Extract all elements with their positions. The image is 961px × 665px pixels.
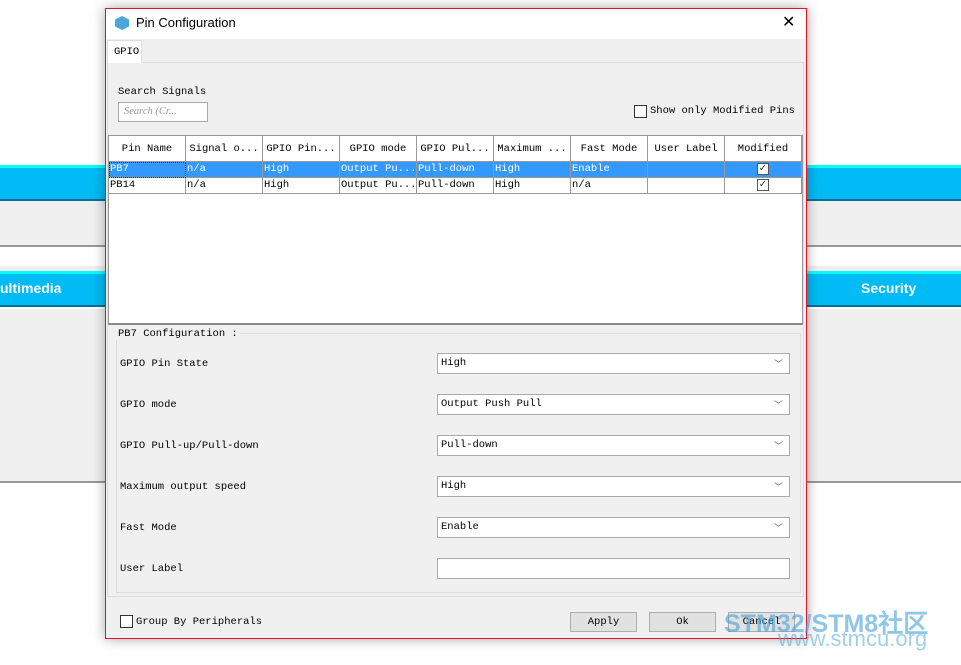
column-header[interactable]: Maximum ...: [494, 136, 571, 162]
field-label: GPIO mode: [120, 399, 177, 411]
app-icon: [115, 16, 129, 30]
cell: ✓: [725, 178, 802, 194]
cell: High: [494, 162, 571, 178]
chevron-down-icon: ﹀: [773, 524, 783, 534]
cell: n/a: [186, 162, 263, 178]
fast-mode-select[interactable]: Enable ﹀: [437, 517, 790, 538]
cell: High: [263, 162, 340, 178]
field-label: GPIO Pin State: [120, 358, 209, 370]
max-speed-select[interactable]: High ﹀: [437, 476, 790, 497]
column-header[interactable]: GPIO Pin...: [263, 136, 340, 162]
security-category[interactable]: Security: [861, 280, 916, 296]
apply-button[interactable]: Apply: [570, 612, 637, 632]
watermark-url: www.stmcu.org: [778, 626, 928, 651]
column-header[interactable]: ^ Pin Name: [109, 136, 186, 162]
column-header[interactable]: Fast Mode: [571, 136, 648, 162]
column-header[interactable]: GPIO Pul...: [417, 136, 494, 162]
cell: Pull-down: [417, 178, 494, 194]
multimedia-category[interactable]: ultimedia: [0, 280, 61, 296]
cell: PB14: [109, 178, 186, 194]
cell: High: [263, 178, 340, 194]
table-row[interactable]: PB14 n/a High Output Pu... Pull-down Hig…: [109, 178, 802, 194]
field-label: User Label: [120, 563, 184, 575]
cell: n/a: [571, 178, 648, 194]
field-label: Fast Mode: [120, 522, 177, 534]
cell: [648, 162, 725, 178]
cell: Enable: [571, 162, 648, 178]
cell: Output Pu...: [340, 162, 417, 178]
cell: Pull-down: [417, 162, 494, 178]
field-label: GPIO Pull-up/Pull-down: [120, 440, 259, 452]
sort-ascending-icon: ^: [142, 136, 150, 142]
cell: n/a: [186, 178, 263, 194]
column-header[interactable]: Signal o...: [186, 136, 263, 162]
field-label: Maximum output speed: [120, 481, 247, 493]
gpio-mode-select[interactable]: Output Push Pull ﹀: [437, 394, 790, 415]
show-modified-checkbox[interactable]: [634, 105, 647, 118]
cell: High: [494, 178, 571, 194]
search-label: Search Signals: [118, 86, 207, 98]
tab-gpio[interactable]: GPIO: [107, 40, 142, 63]
gpio-pin-state-select[interactable]: High ﹀: [437, 353, 790, 374]
close-icon[interactable]: ✕: [782, 12, 795, 31]
cell: [648, 178, 725, 194]
pin-configuration-dialog: Pin Configuration ✕ GPIO Search Signals …: [105, 8, 807, 639]
dialog-title: Pin Configuration: [136, 15, 236, 30]
column-header[interactable]: Modified: [725, 136, 802, 162]
chevron-down-icon: ﹀: [773, 442, 783, 452]
chevron-down-icon: ﹀: [773, 360, 783, 370]
table-header: ^ Pin Name Signal o... GPIO Pin... GPIO m…: [109, 136, 802, 162]
cell: PB7: [109, 162, 186, 178]
title-bar: Pin Configuration ✕: [106, 9, 806, 39]
gpio-pull-select[interactable]: Pull-down ﹀: [437, 435, 790, 456]
group-by-checkbox[interactable]: [120, 615, 133, 628]
column-header[interactable]: GPIO mode: [340, 136, 417, 162]
config-title: PB7 Configuration :: [116, 328, 240, 340]
ok-button[interactable]: Ok: [649, 612, 716, 632]
pin-table: ^ Pin Name Signal o... GPIO Pin... GPIO m…: [108, 135, 803, 325]
search-input[interactable]: Search (Cr...: [118, 102, 208, 122]
column-header[interactable]: User Label: [648, 136, 725, 162]
cell: ✓: [725, 162, 802, 178]
group-by-label: Group By Peripherals: [136, 616, 263, 628]
modified-checkbox[interactable]: ✓: [757, 179, 769, 191]
table-row[interactable]: PB7 n/a High Output Pu... Pull-down High…: [109, 162, 802, 178]
modified-checkbox[interactable]: ✓: [757, 163, 769, 175]
user-label-input[interactable]: [437, 558, 790, 579]
chevron-down-icon: ﹀: [773, 483, 783, 493]
chevron-down-icon: ﹀: [773, 401, 783, 411]
show-modified-label: Show only Modified Pins: [650, 105, 795, 117]
cell: Output Pu...: [340, 178, 417, 194]
